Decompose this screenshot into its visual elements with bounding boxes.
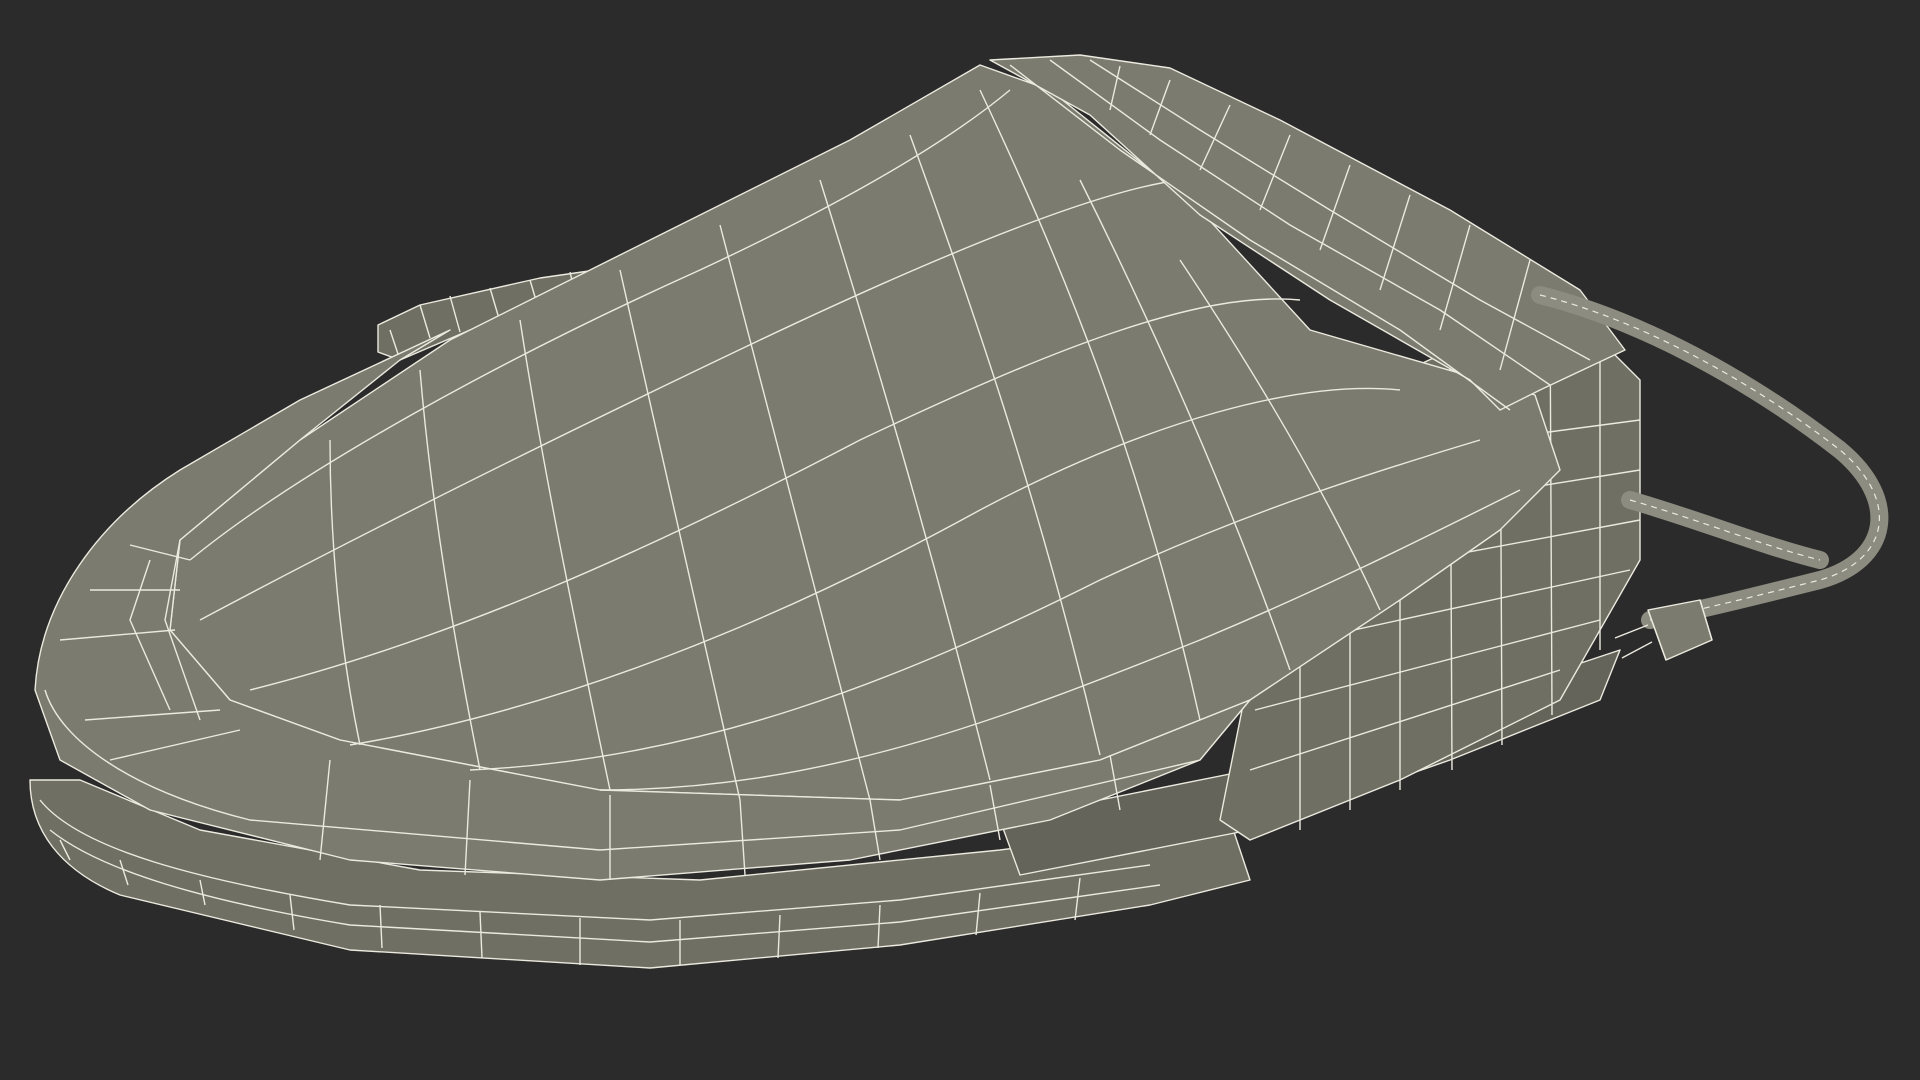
render-viewport <box>0 0 1920 1080</box>
wireframe-render <box>0 0 1920 1080</box>
